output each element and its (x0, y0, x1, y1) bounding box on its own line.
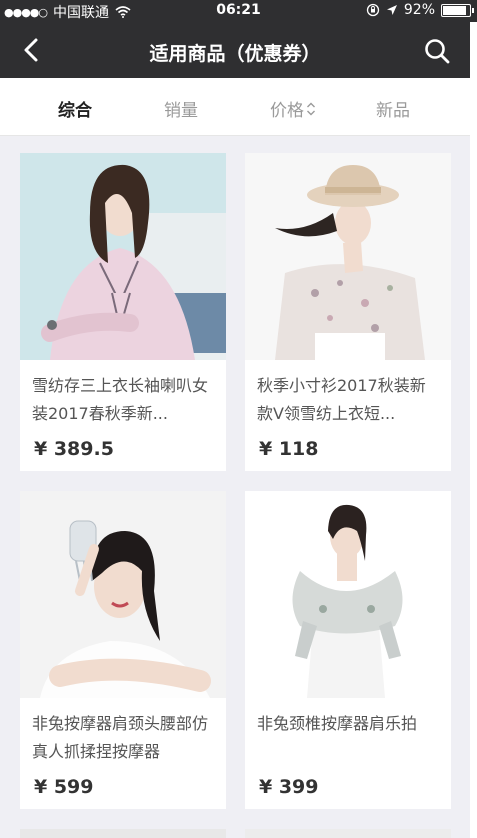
tab-label: 新品 (376, 101, 410, 121)
product-price: ¥ 399 (259, 776, 319, 798)
page-scrollbar[interactable] (470, 78, 477, 838)
product-card[interactable]: 非兔按摩器肩颈头腰部仿真人抓揉捏按摩器 ¥ 599 (20, 491, 226, 809)
product-price: ¥ 599 (34, 776, 94, 798)
page-title: 适用商品（优惠券） (149, 43, 321, 65)
sort-tabs: 综合 销量 价格 新品 (0, 78, 470, 136)
product-card[interactable]: 雪纺存三上衣长袖喇叭女装2017春秋季新... ¥ 389.5 (20, 153, 226, 471)
product-image-woman-sun-hat (245, 153, 451, 360)
search-icon[interactable] (422, 36, 452, 66)
battery-icon (441, 3, 474, 17)
tab-new[interactable]: 新品 (376, 96, 410, 121)
tab-price[interactable]: 价格 (270, 96, 316, 121)
product-image-woman-head-massager (20, 491, 226, 698)
battery-percent: 92% (403, 2, 435, 18)
product-image-woman-pink-blouse (20, 153, 226, 360)
tab-label: 销量 (164, 101, 198, 121)
tab-comprehensive[interactable]: 综合 (58, 96, 92, 121)
product-grid: 雪纺存三上衣长袖喇叭女装2017春秋季新... ¥ 389.5 秋季小寸衫201… (0, 136, 470, 838)
product-title: 非兔按摩器肩颈头腰部仿真人抓揉捏按摩器 (32, 714, 209, 761)
tab-label: 价格 (270, 101, 304, 121)
rotation-lock-icon (366, 3, 380, 17)
product-title: 雪纺存三上衣长袖喇叭女装2017春秋季新... (32, 376, 209, 423)
product-price: ¥ 389.5 (34, 438, 114, 460)
product-title: 秋季小寸衫2017秋装新款V领雪纺上衣短... (257, 376, 426, 423)
nav-bar: 适用商品（优惠券） (0, 22, 470, 78)
product-card[interactable] (20, 829, 226, 838)
product-title: 非兔颈椎按摩器肩乐拍 (257, 714, 418, 733)
tab-sales[interactable]: 销量 (164, 96, 198, 121)
product-card[interactable] (245, 829, 451, 838)
product-price: ¥ 118 (259, 438, 319, 460)
location-arrow-icon (386, 5, 397, 15)
product-card[interactable]: 非兔颈椎按摩器肩乐拍 ¥ 399 (245, 491, 451, 809)
sort-updown-icon (307, 102, 315, 115)
product-image-woman-neck-massager (245, 491, 451, 698)
tab-label: 综合 (58, 101, 92, 121)
product-card[interactable]: 秋季小寸衫2017秋装新款V领雪纺上衣短... ¥ 118 (245, 153, 451, 471)
status-bar: ●●●●○ 中国联通 06:21 92% (0, 0, 477, 22)
